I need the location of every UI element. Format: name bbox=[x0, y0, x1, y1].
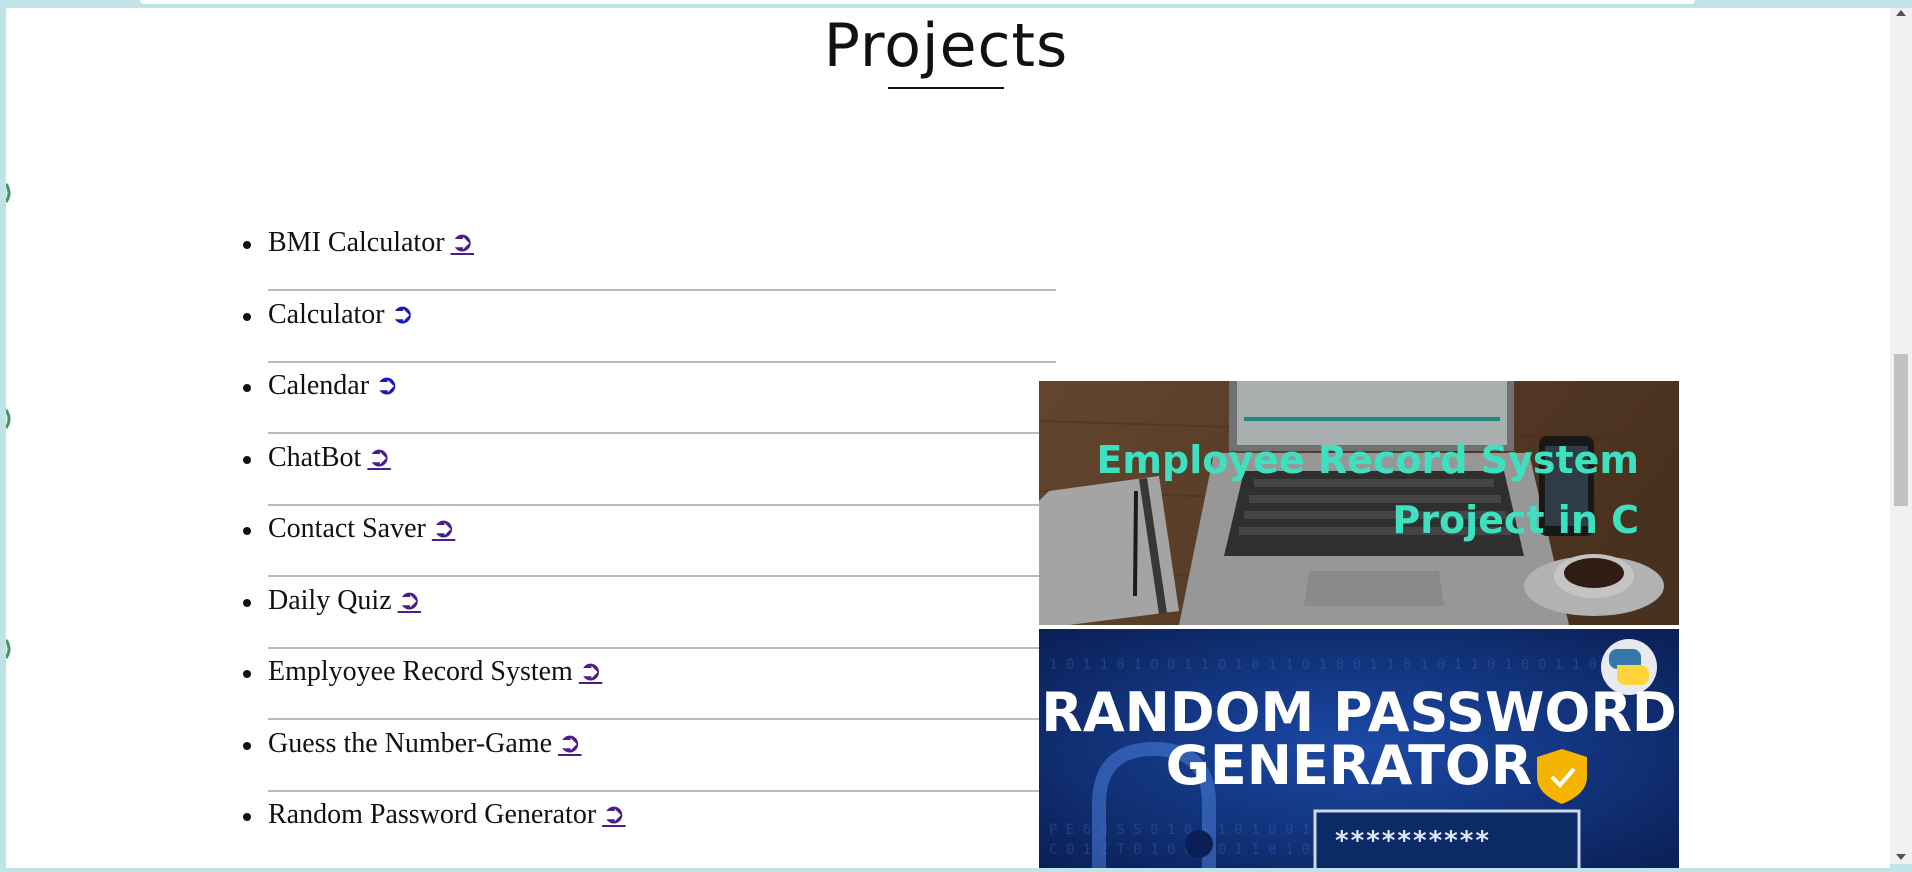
project-name: Guess the Number-Game bbox=[268, 727, 553, 759]
password-field-value: ********** bbox=[1335, 826, 1491, 856]
project-link-icon[interactable]: ➲ bbox=[367, 442, 390, 473]
project-name: Random Password Generator bbox=[268, 799, 597, 830]
list-item: Contact Saver ➲ bbox=[243, 507, 1056, 577]
vertical-scrollbar[interactable] bbox=[1890, 8, 1912, 864]
project-link-icon[interactable]: ➲ bbox=[398, 585, 421, 616]
project-link-icon[interactable]: ➲ bbox=[579, 656, 602, 687]
list-item: ChatBot ➲ bbox=[243, 436, 1056, 506]
list-item: Random Password Generator ➲ bbox=[243, 793, 1056, 863]
password-generator-thumbnail[interactable]: 1 0 1 1 0 1 0 0 1 1 0 1 0 1 1 0 1 0 0 1 … bbox=[1039, 629, 1679, 868]
password-title-line2: GENERATOR bbox=[1166, 734, 1533, 797]
browser-top-strip bbox=[0, 0, 1912, 8]
project-link-icon[interactable]: ➲ bbox=[391, 299, 414, 330]
project-name: Calculator bbox=[268, 298, 385, 330]
project-name: ChatBot bbox=[268, 441, 362, 473]
list-item: Emplyoyee Record System ➲ bbox=[243, 650, 1056, 720]
leaf-decoration-icon bbox=[6, 406, 12, 432]
project-name: Emplyoyee Record System bbox=[268, 656, 573, 687]
project-name: Contact Saver bbox=[268, 513, 426, 544]
scroll-down-icon[interactable] bbox=[1896, 854, 1906, 860]
employee-title-line1: Employee Record System bbox=[1096, 438, 1639, 482]
project-link-icon[interactable]: ➲ bbox=[558, 728, 581, 759]
leaf-decoration-icon bbox=[6, 636, 12, 662]
project-link-icon[interactable]: ➲ bbox=[451, 227, 474, 258]
svg-text:1 0 1 1 0 1 0 0 1 1 0 1 0 1 1: 1 0 1 1 0 1 0 0 1 1 0 1 0 1 1 0 1 0 0 1 … bbox=[1049, 657, 1647, 673]
project-link-icon[interactable]: ➲ bbox=[432, 513, 455, 544]
project-list: BMI Calculator ➲ Calculator ➲ Calendar ➲ Ch… bbox=[220, 221, 1056, 865]
browser-bottom-strip bbox=[0, 868, 1912, 872]
project-name: Calendar bbox=[268, 370, 370, 401]
list-item: Guess the Number-Game ➲ bbox=[243, 722, 1056, 792]
list-item: Calendar ➲ bbox=[243, 364, 1056, 434]
list-item: Calculator ➲ bbox=[243, 293, 1056, 363]
project-name: BMI Calculator bbox=[268, 227, 445, 258]
address-bar-edge bbox=[140, 0, 1695, 4]
list-item: Daily Quiz ➲ bbox=[243, 579, 1056, 649]
scroll-up-icon[interactable] bbox=[1896, 10, 1906, 16]
title-underline bbox=[888, 87, 1004, 89]
project-link-icon[interactable]: ➲ bbox=[375, 370, 398, 401]
scrollbar-thumb[interactable] bbox=[1894, 354, 1908, 506]
employee-title-line2: Project in C bbox=[1392, 498, 1639, 542]
employee-record-thumbnail[interactable]: Employee Record System Project in C bbox=[1039, 381, 1679, 625]
list-item: BMI Calculator ➲ bbox=[243, 221, 1056, 291]
leaf-decoration-icon bbox=[6, 180, 12, 206]
project-link-icon[interactable]: ➲ bbox=[602, 799, 625, 830]
page-content: Projects BMI Calculator ➲ Calculator ➲ Cal… bbox=[6, 8, 1890, 868]
page-title: Projects bbox=[823, 11, 1069, 81]
project-name: Daily Quiz bbox=[268, 584, 392, 616]
